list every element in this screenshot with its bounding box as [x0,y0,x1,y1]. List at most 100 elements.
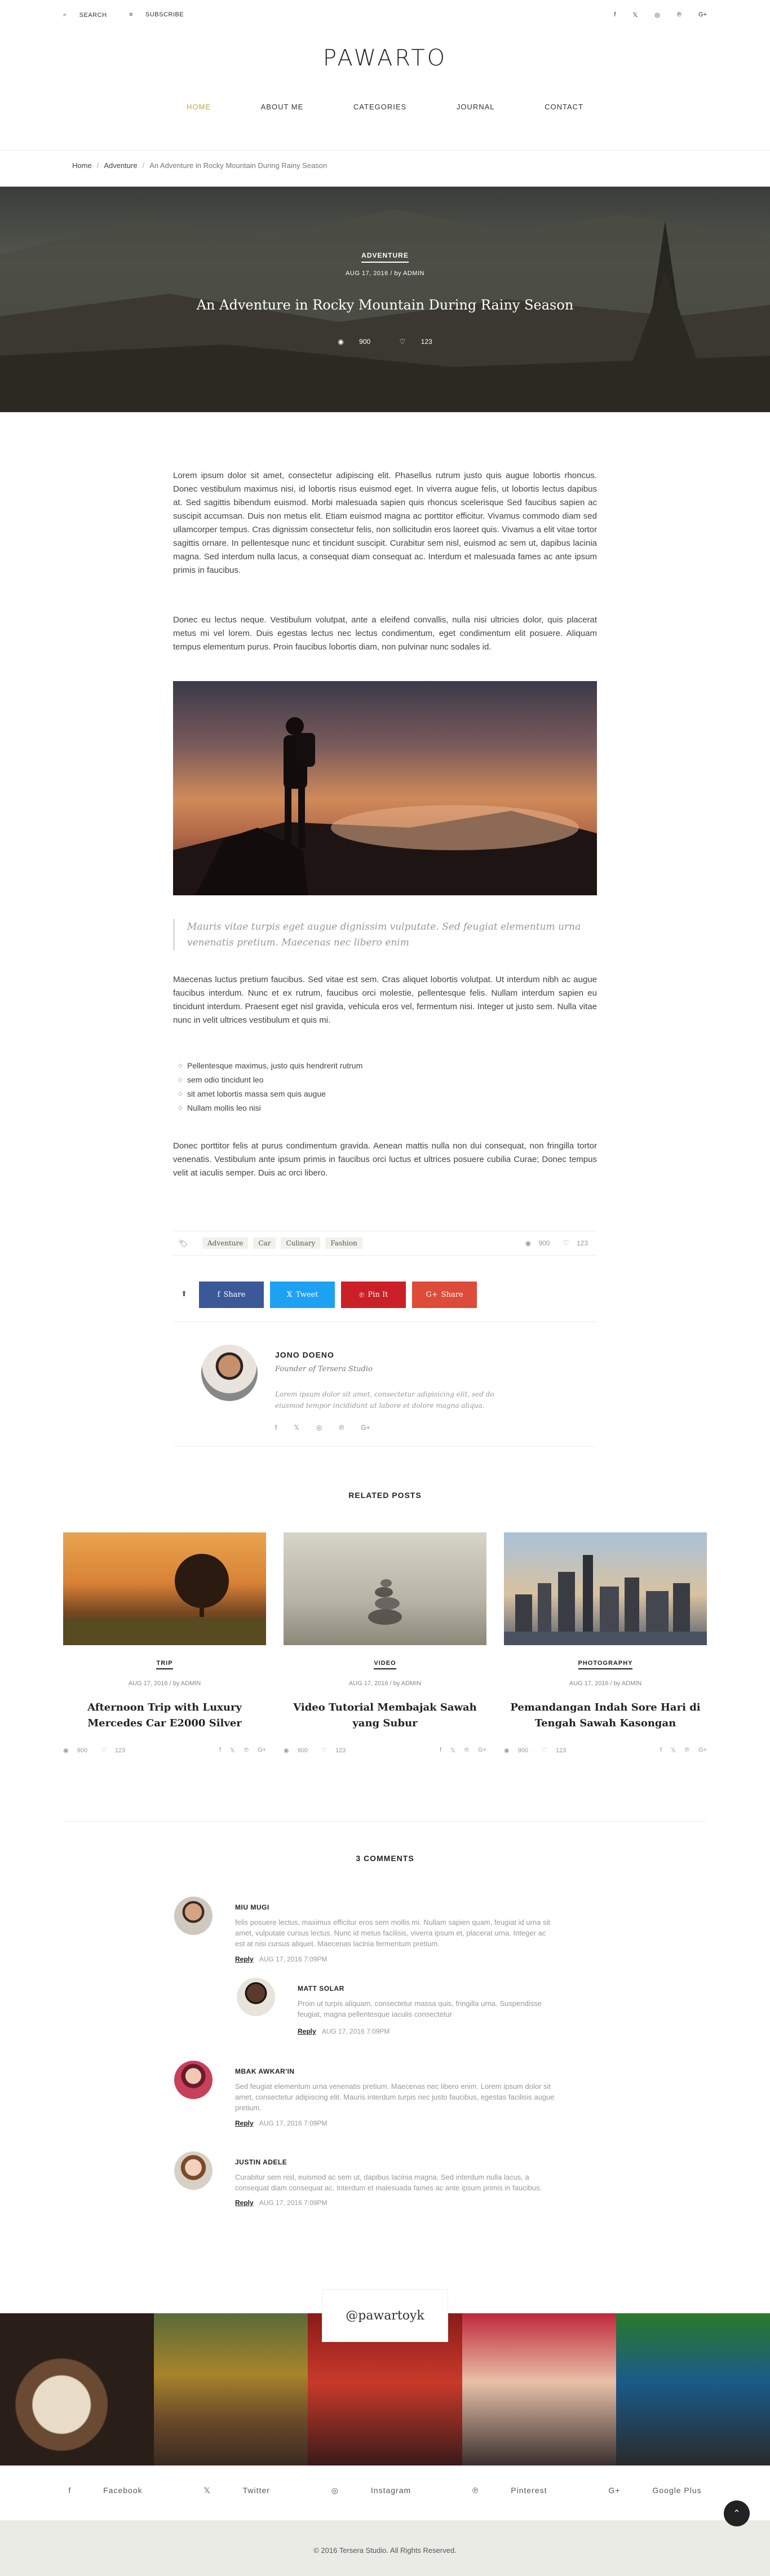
facebook-icon[interactable]: f [275,1424,277,1431]
pinterest-icon[interactable]: ℗ [464,1747,469,1754]
likes-count[interactable]: ♡ 123 [542,1747,573,1754]
footer-link-pinterest[interactable]: ℗ Pinterest [458,2486,561,2495]
instagram-photo[interactable] [154,2313,308,2465]
reply-button[interactable]: Reply [298,2027,316,2035]
pinterest-icon[interactable]: ℗ [685,1747,689,1754]
related-post-footer: ◉ 900 ♡ 123 f 𝕏 ℗ G+ [63,1747,266,1754]
commenter-avatar [174,2061,213,2099]
breadcrumb-home[interactable]: Home [72,161,92,170]
likes-count[interactable]: ♡ 123 [101,1747,132,1754]
facebook-icon: f [68,2486,72,2495]
likes-count[interactable]: ♡ 123 [321,1747,352,1754]
related-post-category[interactable]: PHOTOGRAPHY [504,1660,707,1669]
google-plus-icon[interactable]: G+ [258,1747,266,1754]
google-plus-share-button[interactable]: G+ Share [412,1282,477,1308]
instagram-icon[interactable]: ◎ [316,1424,322,1431]
instagram-handle[interactable]: @pawartoyk [322,2289,448,2342]
related-post-title[interactable]: Video Tutorial Membajak Sawah yang Subur [284,1700,486,1731]
hiker-silhouette-image [173,717,597,895]
twitter-icon[interactable]: 𝕏 [671,1747,676,1754]
instagram-icon[interactable]: ◎ [654,11,660,19]
instagram-photo[interactable] [616,2313,770,2465]
breadcrumb: Home / Adventure / An Adventure in Rocky Mou… [72,161,328,170]
footer-link-instagram[interactable]: ◎ Instagram [317,2486,426,2495]
related-posts: TRIP AUG 17, 2016 / by ADMIN Afternoon T… [63,1532,707,1769]
nav-item-categories[interactable]: CATEGORIES [353,103,406,111]
related-post-image[interactable] [63,1532,266,1645]
google-plus-icon[interactable]: G+ [698,1747,707,1754]
facebook-icon[interactable]: f [219,1747,221,1754]
reply-button[interactable]: Reply [235,2119,254,2127]
google-plus-icon[interactable]: G+ [361,1424,370,1431]
pinterest-icon[interactable]: ℗ [244,1747,249,1754]
share-icon: ⬆ [181,1289,187,1298]
list-item: Nullam mollis leo nisi [178,1101,362,1115]
pinterest-icon[interactable]: ℗ [339,1424,344,1431]
comments-title: 3 COMMENTS [356,1854,414,1863]
footer-link-facebook[interactable]: f Facebook [54,2486,157,2495]
hero-stats: ◉ 900 ♡ 123 [0,338,770,346]
search-link[interactable]: ⌕ SEARCH [63,11,117,19]
comment-text: Proin ut turpis aliquam, consectetur mas… [298,1999,542,2018]
instagram-photo[interactable] [0,2313,154,2465]
comment: JUSTIN ADELE Curabitur sem nisl, euismod… [174,2151,557,2213]
likes-count[interactable]: ♡ 123 [393,338,439,346]
related-post-image[interactable] [284,1532,486,1645]
site-logo[interactable]: PAWARTO [0,45,770,71]
hero-category[interactable]: ADVENTURE [0,251,770,263]
related-post-footer: ◉ 900 ♡ 123 f 𝕏 ℗ G+ [504,1747,707,1754]
reply-button[interactable]: Reply [235,1955,254,1963]
post-title: An Adventure in Rocky Mountain During Ra… [196,297,574,313]
likes-count[interactable]: ♡ 123 [557,1239,588,1247]
divider [173,1446,597,1447]
list-item: Pellentesque maximus, justo quis hendrer… [178,1059,362,1073]
nav-item-about-me[interactable]: ABOUT ME [261,103,304,111]
back-to-top-button[interactable]: ⌃ [724,2500,750,2526]
twitter-icon[interactable]: 𝕏 [450,1747,455,1754]
author-name[interactable]: JONO DOENO [275,1350,334,1359]
related-post-title[interactable]: Pemandangan Indah Sore Hari di Tengah Sa… [504,1700,707,1731]
article-list: Pellentesque maximus, justo quis hendrer… [178,1059,362,1115]
related-post-image[interactable] [504,1532,707,1645]
tag-adventure[interactable]: Adventure [202,1238,249,1249]
related-post-card: TRIP AUG 17, 2016 / by ADMIN Afternoon T… [63,1532,266,1769]
tag-culinary[interactable]: Culinary [281,1238,321,1249]
tag-car[interactable]: Car [253,1238,276,1249]
commenter-name: JUSTIN ADELE [235,2158,287,2166]
nav-item-contact[interactable]: CONTACT [545,103,583,111]
divider [63,1821,707,1822]
facebook-share-button[interactable]: f Share [199,1282,264,1308]
subscribe-link[interactable]: ≡ SUBSCRIBE [129,11,194,18]
facebook-icon[interactable]: f [660,1747,662,1754]
google-plus-icon[interactable]: G+ [698,11,707,19]
related-post-category[interactable]: TRIP [63,1660,266,1669]
copyright: © 2016 Tersera Studio. All Rights Reserv… [313,2546,457,2555]
nav-item-journal[interactable]: JOURNAL [457,103,495,111]
twitter-icon[interactable]: 𝕏 [230,1747,235,1754]
google-plus-icon[interactable]: G+ [478,1747,486,1754]
related-post-category[interactable]: VIDEO [284,1660,486,1669]
nav-item-home[interactable]: HOME [187,103,211,111]
facebook-icon[interactable]: f [614,11,616,19]
footer-link-google-plus[interactable]: G+ Google Plus [594,2486,716,2495]
instagram-photo[interactable] [462,2313,616,2465]
views-count: ◉ 900 [284,1747,308,1754]
twitter-icon: 𝕏 [286,1291,293,1299]
footer: © 2016 Tersera Studio. All Rights Reserv… [0,2520,770,2576]
related-post-title[interactable]: Afternoon Trip with Luxury Mercedes Car … [63,1700,266,1731]
footer-link-twitter[interactable]: 𝕏 Twitter [189,2486,285,2495]
breadcrumb-section[interactable]: Adventure [104,161,137,170]
comment-text: felis posuere lectus, maximus efficitur … [235,1918,550,1948]
pin-it-button[interactable]: ℗ Pin It [341,1282,406,1308]
twitter-icon[interactable]: 𝕏 [632,11,638,19]
rss-icon: ≡ [129,11,133,18]
tag-fashion[interactable]: Fashion [325,1238,362,1249]
heart-icon: ♡ [563,1239,569,1247]
tweet-button[interactable]: 𝕏 Tweet [270,1282,335,1308]
facebook-icon[interactable]: f [440,1747,441,1754]
related-post-card: PHOTOGRAPHY AUG 17, 2016 / by ADMIN Pema… [504,1532,707,1769]
twitter-icon[interactable]: 𝕏 [294,1424,299,1431]
heart-icon: ♡ [542,1747,547,1754]
reply-button[interactable]: Reply [235,2199,254,2207]
pinterest-icon[interactable]: ℗ [677,11,682,19]
